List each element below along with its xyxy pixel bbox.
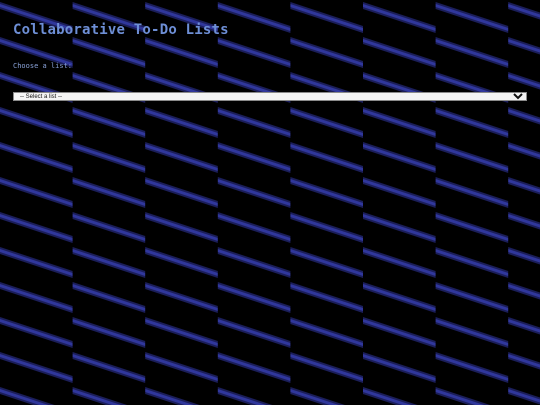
main-content: Collaborative To-Do Lists Choose a list:… xyxy=(0,0,540,102)
page-background: Collaborative To-Do Lists Choose a list:… xyxy=(0,0,540,405)
page-title: Collaborative To-Do Lists xyxy=(13,22,229,38)
list-select[interactable]: -- Select a list -- xyxy=(13,92,527,101)
choose-list-label: Choose a list: xyxy=(13,62,73,70)
list-select-wrapper: -- Select a list -- xyxy=(13,83,527,102)
